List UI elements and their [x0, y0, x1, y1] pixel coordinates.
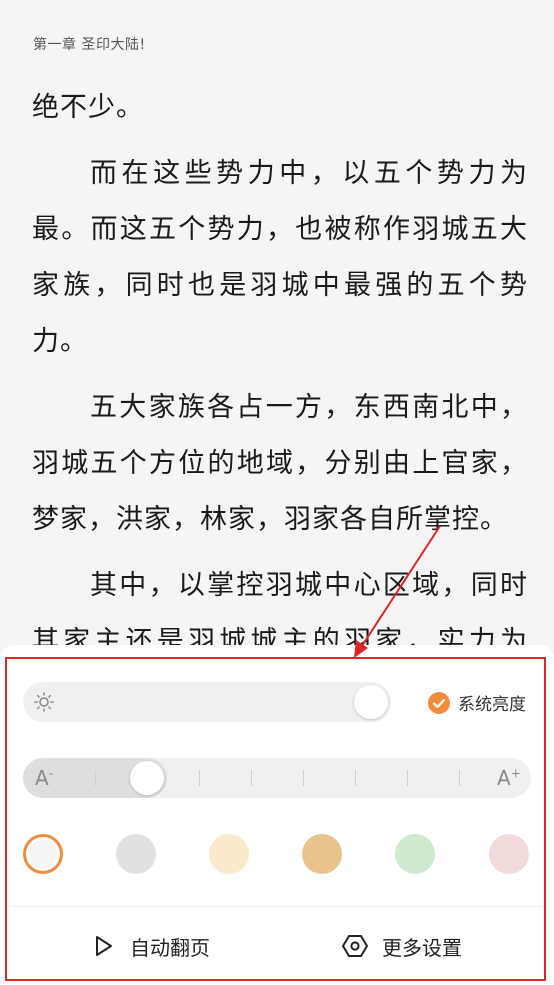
- font-increase-button[interactable]: A+: [497, 766, 521, 790]
- play-icon: [90, 933, 116, 959]
- font-size-tick: [459, 770, 460, 786]
- theme-swatch-white-fill: [29, 840, 57, 868]
- font-size-tick: [95, 770, 96, 786]
- chapter-content: 绝不少。 而在这些势力中，以五个势力为最。而这五个势力，也被称作羽城五大家族，同…: [32, 80, 528, 736]
- font-size-tick: [407, 770, 408, 786]
- font-decrease-button[interactable]: A-: [35, 766, 53, 790]
- font-decrease-label: A: [35, 766, 49, 790]
- font-size-tick: [303, 770, 304, 786]
- brightness-slider-knob[interactable]: [354, 685, 388, 719]
- paragraph: 绝不少。: [32, 92, 144, 123]
- font-size-slider-knob[interactable]: [130, 761, 164, 795]
- font-size-slider[interactable]: A- A+: [23, 758, 531, 798]
- font-increase-mark: +: [510, 766, 521, 781]
- more-settings-label: 更多设置: [382, 935, 462, 960]
- font-size-tick: [355, 770, 356, 786]
- paragraph: 五大家族各占一方，东西南北中，羽城五个方位的地域，分别由上官家，梦家，洪家，林家…: [32, 392, 528, 535]
- system-brightness-toggle[interactable]: 系统亮度: [428, 690, 526, 715]
- theme-swatch-green[interactable]: [395, 834, 435, 874]
- panel-divider: [10, 906, 544, 907]
- font-increase-label: A: [497, 766, 511, 790]
- font-size-tick: [199, 770, 200, 786]
- theme-swatch-row: [23, 834, 531, 876]
- theme-swatch-gray[interactable]: [116, 834, 156, 874]
- hexagon-settings-icon: [342, 933, 368, 959]
- check-icon: [428, 691, 450, 714]
- theme-swatch-tan[interactable]: [302, 834, 342, 874]
- chapter-title: 第一章 圣印大陆!: [33, 37, 146, 53]
- paragraph: 而在这些势力中，以五个势力为最。而这五个势力，也被称作羽城五大家族，同时也是羽城…: [32, 158, 528, 357]
- auto-page-button[interactable]: 自动翻页: [90, 928, 210, 964]
- system-brightness-label: 系统亮度: [458, 695, 526, 715]
- sun-icon: [33, 691, 55, 713]
- font-decrease-mark: -: [48, 766, 54, 781]
- auto-page-label: 自动翻页: [130, 935, 210, 960]
- brightness-slider[interactable]: [23, 682, 391, 722]
- theme-swatch-pink[interactable]: [489, 834, 529, 874]
- reader-page[interactable]: 第一章 圣印大陆! 绝不少。 而在这些势力中，以五个势力为最。而这五个势力，也被…: [0, 0, 554, 713]
- more-settings-button[interactable]: 更多设置: [342, 928, 462, 964]
- theme-swatch-cream[interactable]: [209, 834, 249, 874]
- font-size-tick: [251, 770, 252, 786]
- theme-swatch-white[interactable]: [23, 834, 63, 874]
